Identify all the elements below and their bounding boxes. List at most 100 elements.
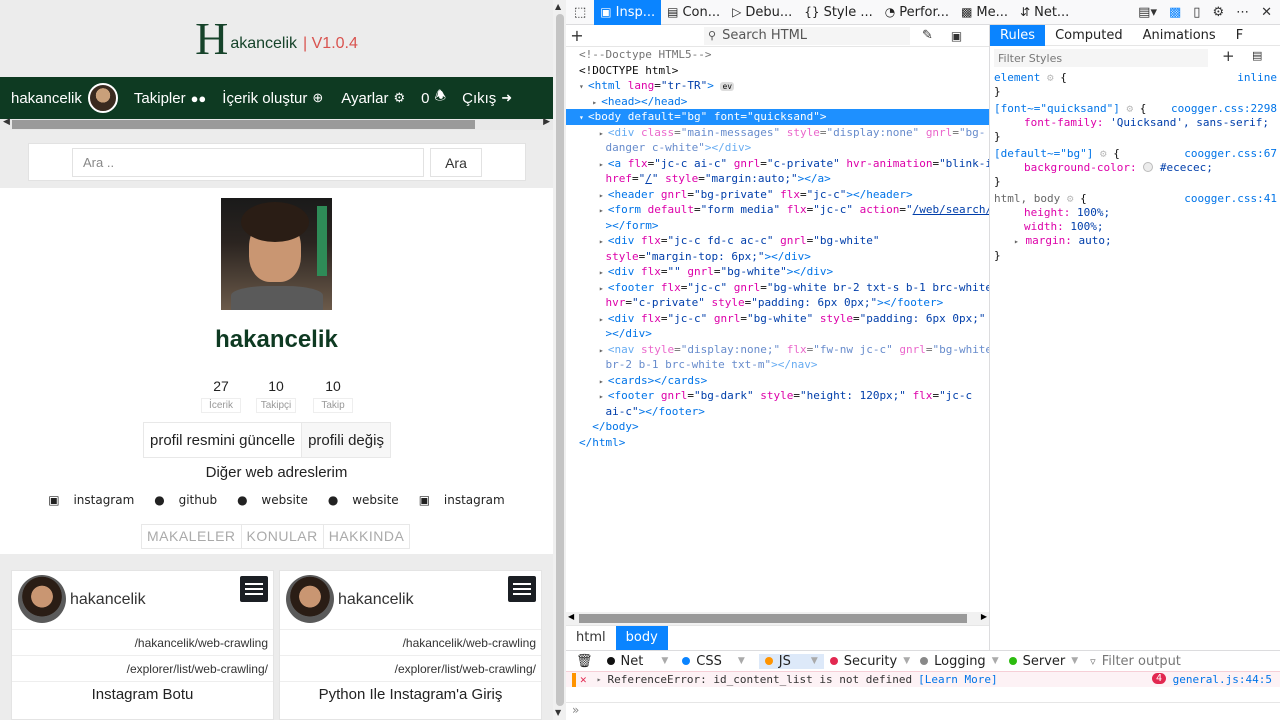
update-photo-button[interactable]: profil resmini güncelle [144, 423, 301, 457]
card-list-path[interactable]: /explorer/list/web-crawling/ [395, 662, 536, 676]
css-declaration[interactable]: ▸ margin: auto; [994, 234, 1277, 249]
tab-rules[interactable]: Rules [990, 24, 1046, 46]
markup-line[interactable]: ▸ <div flx="jc-c fd-c ac-c" gnrl="bg-whit… [566, 233, 989, 249]
hamburger-menu-icon[interactable] [240, 576, 268, 602]
card-title[interactable]: Instagram Botu [12, 686, 273, 703]
nav-followers[interactable]: Takipler ●● [134, 90, 206, 107]
tab-computed[interactable]: Computed [1045, 25, 1133, 46]
filter-logging[interactable]: Logging ▼ [920, 654, 999, 669]
markup-line[interactable]: br-2 b-1 brc-white txt-m"></nav> [566, 357, 989, 373]
stat-following[interactable]: 10 Takip [313, 378, 353, 413]
add-node-icon[interactable]: + [566, 26, 588, 45]
markup-line[interactable]: hvr="c-private" style="padding: 6px 0px;… [566, 295, 989, 311]
change-profile-button[interactable]: profili değiş [301, 423, 390, 457]
search-button[interactable]: Ara [430, 148, 482, 177]
filter-output-input[interactable]: ▿ Filter output [1090, 654, 1181, 669]
markup-line[interactable]: ▸ <nav style="display:none;" flx="fw-nw j… [566, 342, 989, 358]
markup-line[interactable]: ▾ <html lang="tr-TR"> ev [566, 78, 989, 94]
avatar[interactable] [286, 575, 334, 623]
breadcrumb-body[interactable]: body [615, 625, 668, 650]
search-input[interactable]: Ara .. [72, 148, 424, 177]
scrollbar-thumb[interactable] [579, 614, 967, 623]
more-options-icon[interactable]: ⋯ [1236, 5, 1249, 20]
avatar[interactable] [18, 575, 66, 623]
markup-line[interactable]: </body> [566, 419, 989, 435]
markup-line[interactable]: danger c-white"></div> [566, 140, 989, 156]
close-icon[interactable]: ✕ [1261, 5, 1272, 20]
card-title[interactable]: Python Ile Instagram'a Giriş [280, 686, 541, 703]
tab-inspector[interactable]: ▣ Insp... [594, 0, 662, 25]
tab-network[interactable]: ⇵ Net... [1014, 0, 1075, 25]
card-author[interactable]: hakancelik [338, 591, 414, 609]
tab-animations[interactable]: Animations [1133, 25, 1226, 46]
css-rule[interactable]: html, body ⚙ { coogger.css:41 height: 10… [990, 192, 1280, 263]
markup-line[interactable]: href="/" style="margin:auto;"></a> [566, 171, 989, 187]
markup-line[interactable]: <!DOCTYPE html> [566, 63, 989, 79]
rule-source[interactable]: inline [1237, 71, 1277, 85]
rule-source[interactable]: coogger.css:67 [1184, 147, 1277, 161]
element-picker-button[interactable]: ⬚ [566, 0, 594, 25]
html-tree[interactable]: <!--Doctype HTML5--> <!DOCTYPE html> ▾ <h… [566, 47, 989, 612]
markup-line[interactable]: ai-c"></footer> [566, 404, 989, 420]
add-rule-icon[interactable]: + [1222, 47, 1235, 65]
tab-topics[interactable]: KONULAR [240, 525, 323, 548]
markup-line[interactable]: ▸ <div class="main-messages" style="displ… [566, 125, 989, 141]
error-source-link[interactable]: general.js:44:5 [1173, 673, 1272, 686]
scrollbar-thumb[interactable] [556, 14, 564, 706]
learn-more-link[interactable]: [Learn More] [918, 673, 997, 686]
responsive-mode-icon[interactable]: ▩ [1169, 5, 1181, 20]
link-instagram-2[interactable]: ▣ instagram [414, 493, 510, 507]
css-declaration[interactable]: font-family: 'Quicksand', sans-serif; [994, 116, 1277, 130]
tab-memory[interactable]: ▩ Me... [955, 0, 1014, 25]
toggle-pseudo-classes-icon[interactable]: ▤ [1252, 49, 1262, 62]
nav-create[interactable]: İçerik oluştur ⊕ [222, 90, 323, 107]
trash-icon[interactable]: 🗑 [576, 654, 593, 669]
settings-gear-icon[interactable]: ⚙ [1212, 5, 1224, 20]
breadcrumb-html[interactable]: html [566, 626, 616, 650]
filter-server[interactable]: Server ▼ [1008, 654, 1078, 669]
markup-line[interactable]: ▸ <form default="form media" flx="jc-c" a… [566, 202, 989, 218]
hamburger-menu-icon[interactable] [508, 576, 536, 602]
markup-line[interactable]: ▸ <footer flx="jc-c" gnrl="bg-white br-2 … [566, 280, 989, 296]
link-github[interactable]: ● github [149, 493, 222, 507]
mobile-icon[interactable]: ▯ [1193, 5, 1200, 20]
tab-fonts[interactable]: F [1226, 25, 1253, 46]
expand-arrow-icon[interactable]: ▸ [1014, 237, 1019, 246]
stat-followers[interactable]: 10 Takipçi [256, 378, 296, 413]
rule-source[interactable]: coogger.css:2298 [1171, 102, 1277, 116]
expand-arrow-icon[interactable]: ▸ [597, 675, 602, 684]
css-declaration[interactable]: height: 100%; [994, 206, 1277, 220]
filter-security[interactable]: Security ▼ [829, 654, 910, 669]
nav-notifications[interactable]: 0 🕭 [421, 87, 446, 109]
markup-line[interactable]: ▸ <a flx="jc-c ai-c" gnrl="c-private" hvr… [566, 156, 989, 172]
markup-line-selected[interactable]: ▾ <body default="bg" font="quicksand"> [566, 109, 989, 125]
markup-line[interactable]: </html> [566, 435, 989, 451]
filter-js[interactable]: JS ▼ [758, 653, 824, 669]
rule-source[interactable]: coogger.css:41 [1184, 192, 1277, 206]
tab-debugger[interactable]: ▷ Debu... [726, 0, 798, 25]
markup-line[interactable]: ▸ <div flx="" gnrl="bg-white"></div> [566, 264, 989, 280]
markup-line[interactable]: ▸ <header gnrl="bg-private" flx="jc-c"></… [566, 187, 989, 203]
tab-console[interactable]: ▤ Con... [661, 0, 726, 25]
dock-layout-icon[interactable]: ▤▾ [1138, 5, 1157, 20]
card-path[interactable]: /hakancelik/web-crawling [403, 636, 536, 650]
css-declaration[interactable]: background-color: #ececec; [994, 161, 1277, 175]
link-website-2[interactable]: ● website [323, 493, 404, 507]
logo-letter[interactable]: H [195, 15, 228, 62]
eyedropper-icon[interactable]: ✎ [922, 28, 933, 43]
logo-name[interactable]: akancelik [230, 35, 297, 53]
scroll-left-arrow-icon[interactable]: ◀ [568, 612, 574, 621]
content-card[interactable]: hakancelik /hakancelik/web-crawling /exp… [279, 570, 542, 720]
filter-styles-input[interactable]: Filter Styles [994, 49, 1208, 67]
markup-line[interactable]: ></div> [566, 326, 989, 342]
console-error-row[interactable]: ✕ ▸ ReferenceError: id_content_list is n… [566, 671, 1280, 687]
scroll-left-arrow-icon[interactable]: ◀ [3, 117, 10, 127]
nav-user[interactable]: hakancelik [11, 83, 118, 113]
card-path[interactable]: /hakancelik/web-crawling [135, 636, 268, 650]
screenshot-node-icon[interactable]: ▣ [951, 29, 962, 43]
tab-about[interactable]: HAKKINDA [322, 525, 410, 548]
link-instagram-1[interactable]: ▣ instagram [43, 493, 139, 507]
tab-style-editor[interactable]: {} Style ... [798, 0, 878, 25]
link-website-1[interactable]: ● website [232, 493, 313, 507]
content-card[interactable]: hakancelik /hakancelik/web-crawling /exp… [11, 570, 274, 720]
